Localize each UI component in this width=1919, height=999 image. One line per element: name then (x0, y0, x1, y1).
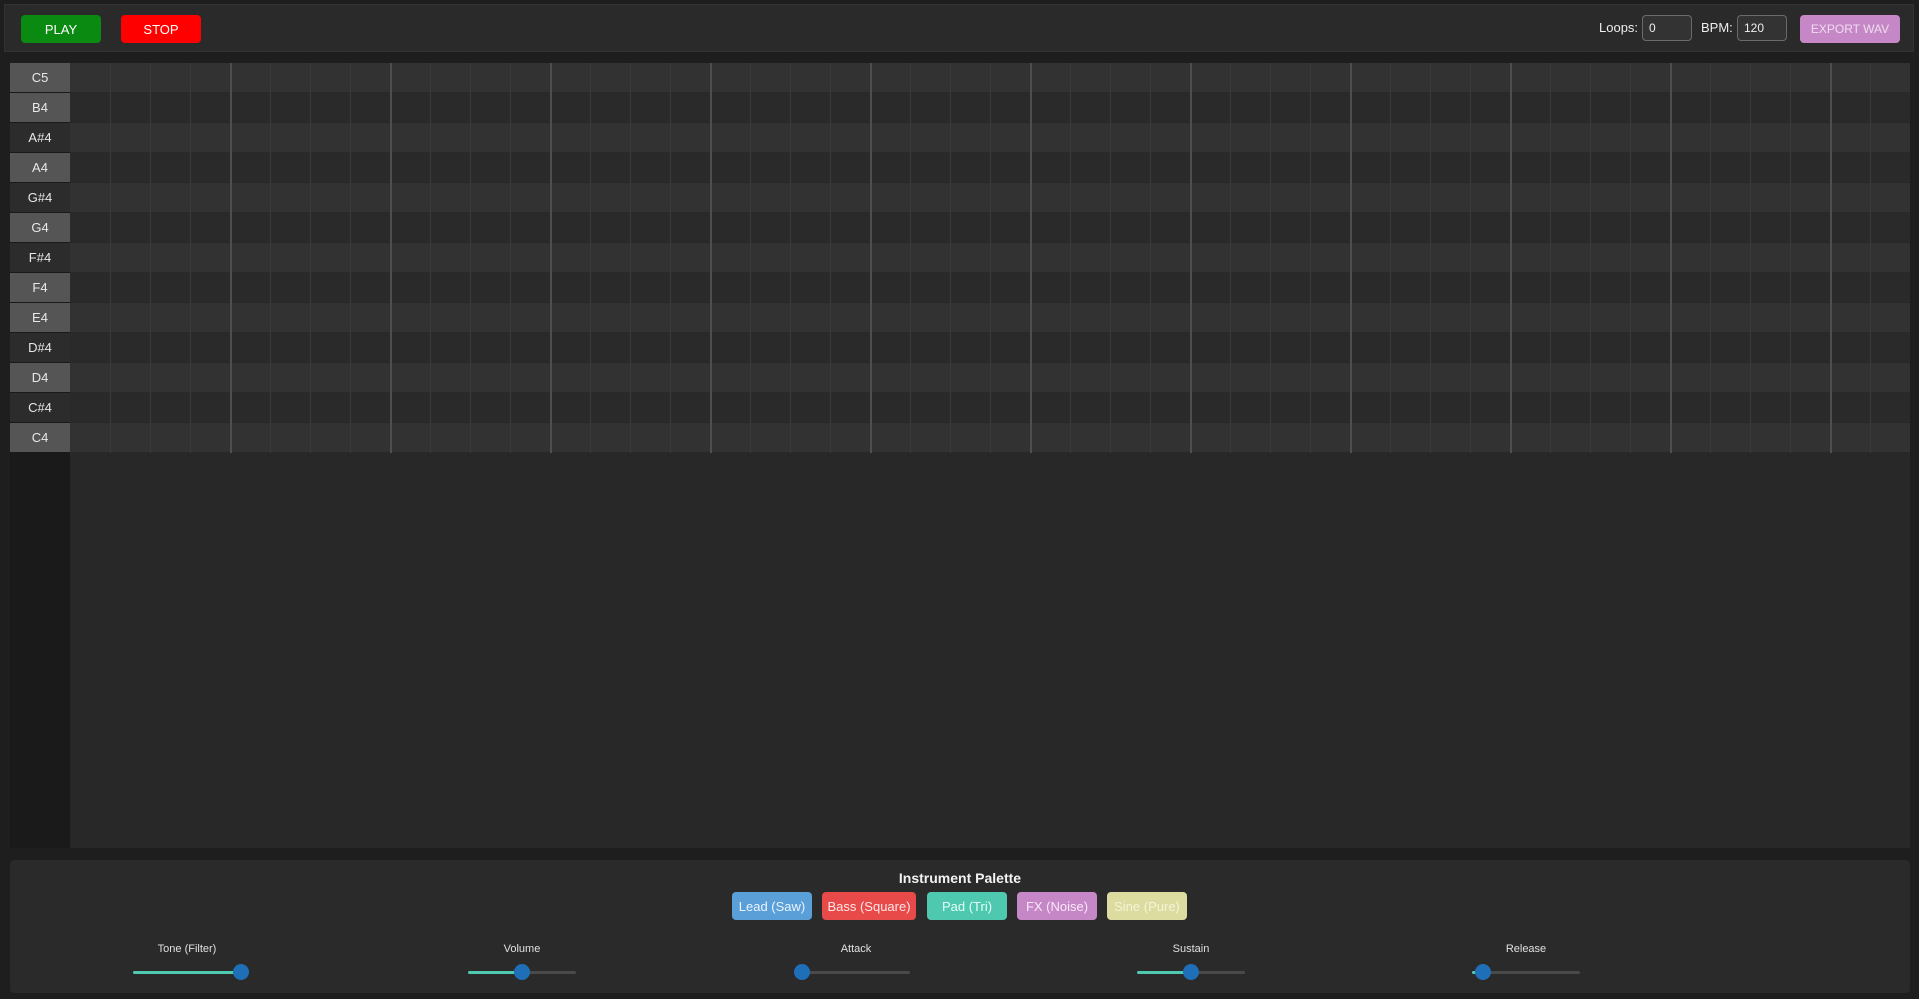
note-row[interactable] (70, 93, 1910, 122)
note-row[interactable] (70, 123, 1910, 152)
slider-fill (133, 971, 241, 974)
piano-key[interactable]: E4 (10, 303, 70, 332)
slider-label: Sustain (1172, 943, 1210, 955)
slider-label: Release (1505, 943, 1547, 955)
instrument-button[interactable]: Bass (Square) (822, 892, 916, 920)
note-row[interactable] (70, 183, 1910, 212)
slider-track[interactable] (1472, 964, 1580, 980)
piano-keys: C5 B4 A#4 A4 G#4 G4 F#4 F4 E4 D#4 D4 C#4 C4 (10, 63, 70, 848)
stop-button[interactable]: STOP (121, 15, 201, 43)
loops-label: Loops: (1599, 20, 1639, 35)
piano-key[interactable]: C5 (10, 63, 70, 92)
slider-track[interactable] (468, 964, 576, 980)
export-wav-button[interactable]: EXPORT WAV (1800, 15, 1900, 43)
slider-label: Attack (840, 943, 872, 955)
piano-key[interactable]: G#4 (10, 183, 70, 212)
palette-title: Instrument Palette (898, 870, 1022, 886)
piano-key[interactable]: C#4 (10, 393, 70, 422)
slider-track[interactable] (133, 964, 249, 980)
loops-input[interactable] (1642, 15, 1692, 41)
note-row[interactable] (70, 273, 1910, 302)
instrument-button[interactable]: Pad (Tri) (927, 892, 1007, 920)
piano-key[interactable]: F#4 (10, 243, 70, 272)
piano-key[interactable]: B4 (10, 93, 70, 122)
piano-key[interactable]: G4 (10, 213, 70, 242)
instrument-button[interactable]: FX (Noise) (1017, 892, 1097, 920)
bpm-input[interactable] (1737, 15, 1787, 41)
instrument-button[interactable]: Sine (Pure) (1107, 892, 1187, 920)
slider-track[interactable] (1137, 964, 1245, 980)
bpm-label: BPM: (1701, 20, 1733, 35)
note-row[interactable] (70, 243, 1910, 272)
note-row[interactable] (70, 213, 1910, 242)
slider-thumb[interactable] (233, 964, 249, 980)
note-row[interactable] (70, 153, 1910, 182)
piano-key[interactable]: A#4 (10, 123, 70, 152)
piano-roll: C5 B4 A#4 A4 G#4 G4 F#4 F4 E4 D#4 D4 C#4 C4 (10, 63, 1910, 848)
toolbar: PLAY STOP Loops: BPM: EXPORT WAV (4, 4, 1914, 52)
piano-key[interactable]: C4 (10, 423, 70, 452)
slider-label: Tone (Filter) (157, 943, 217, 955)
slider-label: Volume (503, 943, 541, 955)
slider-thumb[interactable] (1183, 964, 1199, 980)
note-row[interactable] (70, 363, 1910, 392)
slider-thumb[interactable] (514, 964, 530, 980)
piano-key[interactable]: D#4 (10, 333, 70, 362)
piano-key[interactable]: F4 (10, 273, 70, 302)
instrument-palette: Instrument Palette Lead (Saw) Bass (Squar… (10, 860, 1910, 993)
note-row[interactable] (70, 63, 1910, 92)
slider-thumb[interactable] (794, 964, 810, 980)
note-row[interactable] (70, 333, 1910, 362)
slider-thumb[interactable] (1474, 964, 1491, 980)
note-row[interactable] (70, 303, 1910, 332)
slider-track[interactable] (794, 964, 910, 980)
note-row[interactable] (70, 423, 1910, 452)
instrument-button[interactable]: Lead (Saw) (732, 892, 812, 920)
note-row[interactable] (70, 393, 1910, 422)
piano-key[interactable]: A4 (10, 153, 70, 182)
piano-key[interactable]: D4 (10, 363, 70, 392)
play-button[interactable]: PLAY (21, 15, 101, 43)
